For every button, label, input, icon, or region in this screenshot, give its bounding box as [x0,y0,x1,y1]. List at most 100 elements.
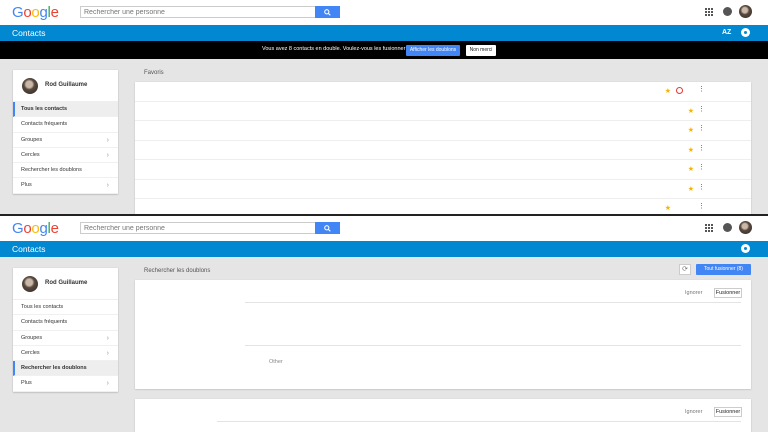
duplicates-heading: Rechercher les doublons [144,268,211,274]
profile-name: Rod Guillaume [45,82,88,88]
contacts-duplicates-pane: Google Contacts Rod Guillaume Tous les c… [0,216,768,432]
sync-icon[interactable] [676,87,683,94]
logo-letter: e [50,220,59,237]
chevron-right-icon: › [106,380,109,388]
contacts-favorites-pane: Google Contacts AZ Vous avez 8 contacts … [0,0,768,215]
ignore-button[interactable]: Ignorer [685,409,702,415]
list-item[interactable]: ★ ⋮ [135,180,751,199]
sidebar-item-more[interactable]: Plus › [13,178,118,194]
banner-message: Vous avez 8 contacts en double. Voulez-v… [262,46,410,52]
sidebar-item-label: Plus [21,182,32,189]
profile-card[interactable]: Rod Guillaume [13,70,118,102]
search-input[interactable] [81,7,313,17]
star-icon[interactable]: ★ [688,185,694,193]
sort-az-icon[interactable]: AZ [722,29,731,36]
sidebar-item-groups[interactable]: Groupes › [13,331,118,346]
more-vert-icon[interactable]: ⋮ [698,86,705,93]
merge-button[interactable]: Fusionner [714,407,742,417]
sidebar-item-circles[interactable]: Cercles › [13,346,118,362]
logo-letter: g [39,220,48,237]
sidebar: Rod Guillaume Tous les contacts Contacts… [13,70,118,194]
chevron-right-icon: › [106,334,109,342]
list-item[interactable]: ★ ⋮ [135,82,751,102]
show-duplicates-button[interactable]: Afficher les doublons [406,45,460,56]
list-item[interactable]: ★ ⋮ [135,199,751,215]
search-button[interactable] [315,6,340,18]
sidebar-item-find-duplicates[interactable]: Rechercher les doublons [13,361,118,377]
sidebar-item-more[interactable]: Plus › [13,376,118,392]
logo-letter: e [50,4,59,21]
merge-all-button[interactable]: Tout fusionner (8) [696,264,751,275]
sidebar-item-frequent[interactable]: Contacts fréquents [13,315,118,331]
apps-grid-icon[interactable] [705,8,713,16]
sidebar-item-label: Groupes [21,334,43,341]
favorites-heading: Favoris [144,70,164,76]
sidebar-item-groups[interactable]: Groupes › [13,133,118,148]
top-bar: Google [0,216,768,241]
account-avatar[interactable] [739,221,752,234]
duplicates-banner: Vous avez 8 contacts en double. Voulez-v… [0,41,768,59]
search-box [80,6,340,18]
search-input[interactable] [81,223,313,233]
divider [245,302,741,303]
chevron-right-icon: › [106,136,109,144]
star-icon[interactable]: ★ [688,126,694,134]
top-bar: Google [0,0,768,25]
avatar [22,78,38,94]
search-icon [324,224,331,232]
duplicate-group-card: Ignorer Fusionner Other [135,280,751,389]
star-icon[interactable]: ★ [665,204,671,212]
sidebar-item-label: Plus [21,380,32,387]
sidebar-item-all-contacts[interactable]: Tous les contacts [13,300,118,316]
sidebar-item-label: Tous les contacts [21,304,64,310]
account-avatar[interactable] [739,5,752,18]
sidebar-item-circles[interactable]: Cercles › [13,148,118,164]
sidebar-item-frequent[interactable]: Contacts fréquents [13,117,118,133]
sidebar-item-all-contacts[interactable]: Tous les contacts [13,102,118,118]
search-button[interactable] [315,222,340,234]
search-box [80,222,340,234]
sidebar-item-label: Cercles [21,349,40,356]
ignore-button[interactable]: Ignorer [685,290,702,296]
google-logo[interactable]: Google [12,220,59,237]
star-icon[interactable]: ★ [665,87,671,95]
list-item[interactable]: ★ ⋮ [135,160,751,180]
app-title: Contacts [12,244,46,254]
profile-card[interactable]: Rod Guillaume [13,268,118,300]
apps-grid-icon[interactable] [705,224,713,232]
star-icon[interactable]: ★ [688,107,694,115]
divider [245,345,741,346]
more-vert-icon[interactable]: ⋮ [698,125,705,132]
sidebar-item-label: Cercles [21,151,40,158]
merge-button[interactable]: Fusionner [714,288,742,298]
list-item[interactable]: ★ ⋮ [135,102,751,121]
sidebar-item-label: Rechercher les doublons [21,365,87,372]
notifications-icon[interactable] [723,7,732,16]
more-vert-icon[interactable]: ⋮ [698,203,705,210]
notifications-icon[interactable] [723,223,732,232]
star-icon[interactable]: ★ [688,165,694,173]
sidebar-item-label: Contacts fréquents [21,319,68,326]
more-vert-icon[interactable]: ⋮ [698,145,705,152]
refresh-icon[interactable]: ⟳ [679,264,691,275]
duplicate-group-card: Ignorer Fusionner [135,399,751,432]
no-thanks-button[interactable]: Non merci [466,45,496,56]
list-item[interactable]: ★ ⋮ [135,121,751,141]
more-vert-icon[interactable]: ⋮ [698,184,705,191]
sidebar-item-label: Contacts fréquents [21,121,68,128]
list-item[interactable]: ★ ⋮ [135,141,751,160]
hangouts-icon[interactable] [741,244,750,253]
star-icon[interactable]: ★ [688,146,694,154]
logo-letter: G [12,4,24,21]
more-vert-icon[interactable]: ⋮ [698,164,705,171]
more-vert-icon[interactable]: ⋮ [698,106,705,113]
logo-letter: g [39,4,48,21]
app-header: Contacts AZ [0,25,768,41]
chevron-right-icon: › [106,182,109,190]
hangouts-icon[interactable] [741,28,750,37]
avatar [22,276,38,292]
sidebar-item-find-duplicates[interactable]: Rechercher les doublons [13,163,118,179]
sidebar-item-label: Rechercher les doublons [21,167,82,174]
google-logo[interactable]: Google [12,4,59,21]
app-title: Contacts [12,28,46,38]
